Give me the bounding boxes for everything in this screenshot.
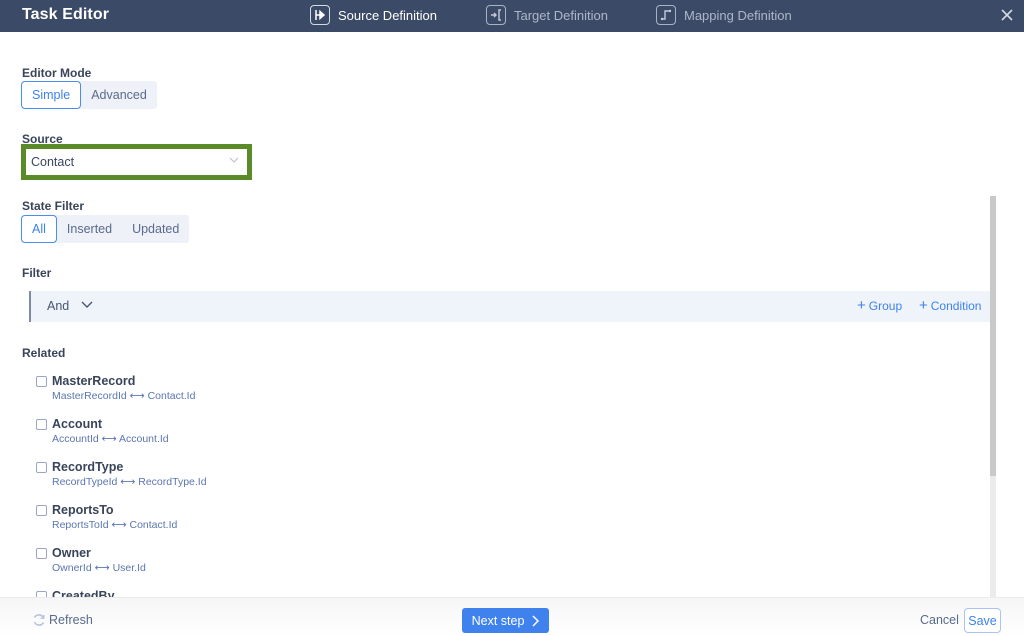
add-condition-label: Condition [930,299,982,313]
plus-icon: + [857,297,866,314]
chevron-down-icon[interactable] [81,301,93,309]
step-label: Target Definition [514,7,608,23]
refresh-label: Refresh [49,613,93,627]
editor-mode-toggle: Simple Advanced [21,81,157,109]
target-definition-icon [486,5,506,25]
source-definition-icon [310,5,330,25]
add-group-button[interactable]: + Group [857,297,903,314]
related-label: Related [22,346,66,360]
page-title: Task Editor [22,6,110,23]
filter-logic-select[interactable]: And [47,299,69,313]
editor-mode-label: Editor Mode [22,66,92,80]
related-checkbox[interactable] [36,419,47,430]
refresh-button[interactable]: Refresh [32,613,93,627]
related-checkbox[interactable] [36,548,47,559]
step-label: Mapping Definition [684,7,792,23]
related-mapping: RecordTypeId ⟷ RecordType.Id [52,476,207,488]
state-filter-toggle: All Inserted Updated [21,215,190,243]
related-checkbox[interactable] [36,505,47,516]
related-checkbox[interactable] [36,462,47,473]
next-step-label: Next step [471,613,525,628]
close-button[interactable] [998,6,1016,24]
related-name: Owner [52,546,91,560]
editor-mode-advanced[interactable]: Advanced [81,81,157,109]
state-filter-inserted[interactable]: Inserted [57,215,122,243]
related-mapping: AccountId ⟷ Account.Id [52,433,169,445]
state-filter-all[interactable]: All [21,215,57,243]
refresh-icon [33,614,45,626]
task-editor-header: Task Editor Source Definition Target Def… [0,0,1024,32]
related-name: Account [52,417,102,431]
step-mapping-definition[interactable]: Mapping Definition [656,4,792,26]
filter-group-bar: And + Group + Condition [29,291,990,322]
scrollbar-thumb[interactable] [990,196,996,476]
editor-mode-simple[interactable]: Simple [21,81,82,109]
related-name: ReportsTo [52,503,114,517]
state-filter-label: State Filter [22,199,85,213]
chevron-down-icon [229,157,239,163]
footer-bar: Refresh Next step Cancel Save [0,597,1024,636]
related-mapping: OwnerId ⟷ User.Id [52,562,146,574]
source-select[interactable]: Contact [26,149,247,175]
chevron-right-icon [532,614,540,627]
state-filter-updated[interactable]: Updated [122,215,189,243]
source-select-value: Contact [31,155,75,169]
next-step-button[interactable]: Next step [462,608,549,633]
related-checkbox[interactable] [36,376,47,387]
add-condition-button[interactable]: + Condition [919,297,982,314]
related-name: MasterRecord [52,374,136,388]
plus-icon: + [919,297,928,314]
step-label: Source Definition [338,7,437,23]
step-target-definition[interactable]: Target Definition [486,4,608,26]
cancel-button[interactable]: Cancel [920,613,959,627]
save-button[interactable]: Save [964,608,1001,633]
related-mapping: MasterRecordId ⟷ Contact.Id [52,390,196,402]
filter-label: Filter [22,266,52,280]
mapping-definition-icon [656,5,676,25]
related-mapping: ReportsToId ⟷ Contact.Id [52,519,178,531]
close-icon [1001,9,1013,21]
add-group-label: Group [868,299,903,313]
step-source-definition[interactable]: Source Definition [310,4,437,26]
related-name: RecordType [52,460,124,474]
